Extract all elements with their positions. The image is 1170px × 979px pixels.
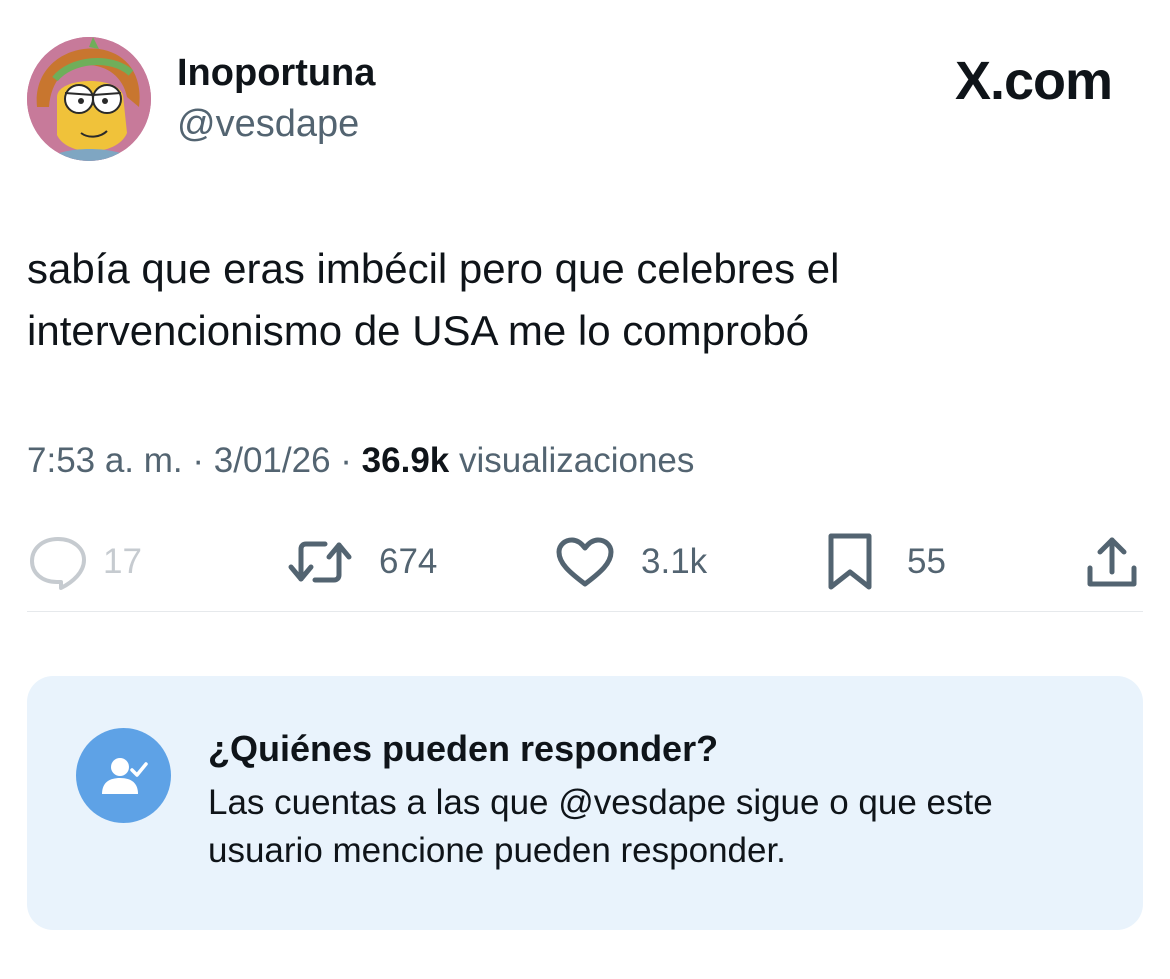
like-button[interactable]: 3.1k: [555, 532, 707, 592]
brand-logo: X.com: [954, 51, 1113, 111]
meta-separator: ·: [192, 441, 205, 480]
tweet-meta: 7:53 a. m. · 3/01/26 · 36.9k visualizaci…: [27, 441, 694, 481]
reply-settings-card: ¿Quiénes pueden responder? Las cuentas a…: [27, 676, 1143, 930]
tweet-text: sabía que eras imbécil pero que celebres…: [27, 245, 840, 354]
tweet-time[interactable]: 7:53 a. m.: [27, 441, 183, 480]
user-check-icon: [76, 728, 171, 823]
avatar-illustration: [27, 37, 151, 161]
author-handle[interactable]: @vesdape: [177, 103, 359, 146]
share-button[interactable]: [1084, 532, 1140, 592]
repost-icon: [287, 537, 353, 587]
avatar[interactable]: [27, 37, 151, 161]
reply-button[interactable]: 17: [27, 532, 142, 592]
repost-button[interactable]: 674: [287, 532, 437, 592]
views-label: visualizaciones: [459, 441, 695, 480]
tweet-date[interactable]: 3/01/26: [214, 441, 331, 480]
meta-separator: ·: [340, 441, 352, 480]
bookmark-count: 55: [907, 542, 946, 581]
like-count: 3.1k: [641, 542, 708, 581]
bookmark-button[interactable]: 55: [826, 532, 946, 592]
heart-icon: [555, 536, 615, 588]
reply-icon: [27, 534, 89, 590]
divider: [27, 611, 1143, 612]
author-display-name[interactable]: Inoportuna: [177, 52, 375, 95]
share-icon: [1084, 534, 1140, 590]
reply-settings-title: ¿Quiénes pueden responder?: [208, 728, 719, 769]
reply-settings-description: Las cuentas a las que @vesdape sigue o q…: [208, 783, 993, 870]
views-count: 36.9k: [361, 441, 450, 480]
repost-count: 674: [379, 542, 438, 581]
reply-count: 17: [103, 542, 142, 581]
bookmark-icon: [826, 532, 874, 592]
